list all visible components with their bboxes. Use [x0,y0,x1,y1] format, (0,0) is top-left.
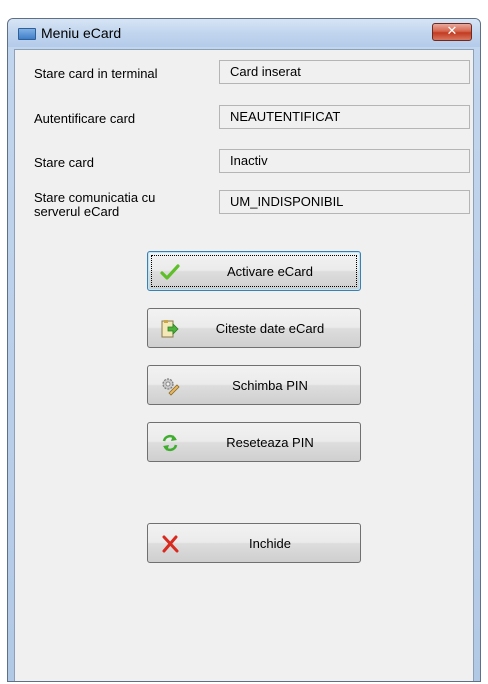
change-pin-button[interactable]: Schimba PIN [147,365,361,405]
refresh-arrows-icon [162,434,178,452]
red-x-icon [162,535,179,553]
card-status-label: Stare card [34,155,94,170]
card-status-field: Inactiv [219,149,470,173]
reset-pin-label: Reseteaza PIN [226,435,314,450]
activate-ecard-label: Activare eCard [227,264,313,279]
window-title: Meniu eCard [41,25,122,41]
change-pin-label: Schimba PIN [232,378,308,393]
gear-pencil-icon [162,378,180,396]
read-ecard-data-label: Citeste date eCard [215,321,325,336]
card-terminal-status-field: Card inserat [219,60,470,84]
client-area: Stare card in terminal Card inserat Aute… [14,49,474,681]
close-label: Inchide [249,536,291,551]
read-ecard-data-button[interactable]: Citeste date eCard [147,308,361,348]
window-icon [18,28,36,40]
card-auth-label: Autentificare card [34,111,136,126]
read-data-icon [161,320,179,338]
server-comm-status-field: UM_INDISPONIBIL [219,190,470,214]
card-terminal-status-label: Stare card in terminal [34,66,158,81]
server-comm-status-label: Stare comunicatia cu serverul eCard [34,190,156,219]
window-close-button[interactable]: ✕ [432,23,472,41]
title-bar[interactable]: Meniu eCard ✕ [8,19,480,47]
reset-pin-button[interactable]: Reseteaza PIN [147,422,361,462]
activate-ecard-button[interactable]: Activare eCard [147,251,361,291]
ecard-menu-window: Meniu eCard ✕ Stare card in terminal Car… [7,18,481,682]
checkmark-icon [160,264,180,280]
card-auth-field: NEAUTENTIFICAT [219,105,470,129]
close-button[interactable]: Inchide [147,523,361,563]
